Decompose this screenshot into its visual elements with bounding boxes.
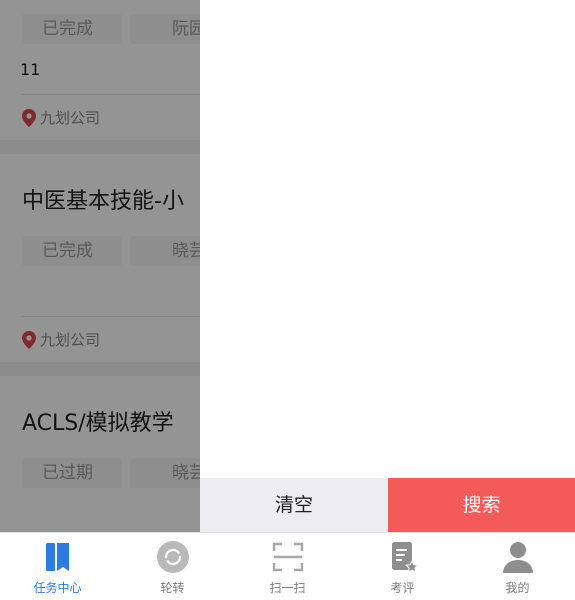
tab-label: 扫一扫 <box>269 581 306 595</box>
tab-mine[interactable]: 我的 <box>460 533 575 600</box>
book-icon <box>45 543 69 571</box>
evaluation-icon <box>391 542 419 573</box>
drawer-backdrop[interactable] <box>0 0 200 532</box>
app-screen: 已完成 阮园 11 九划公司 中医基本技能-小 已完成 晓芸 九划公司 ACLS… <box>0 0 575 600</box>
rotation-icon <box>156 541 189 573</box>
scan-icon <box>272 542 303 572</box>
tab-scan[interactable]: 扫一扫 <box>230 533 345 600</box>
user-icon <box>502 542 533 573</box>
tab-task-center[interactable]: 任务中心 <box>0 533 115 600</box>
search-button[interactable]: 搜索 <box>388 478 575 532</box>
tab-label: 任务中心 <box>33 581 82 595</box>
bottom-tab-bar: 任务中心 轮转 扫一扫 考评 我的 <box>0 532 575 600</box>
tab-label: 考评 <box>390 581 415 595</box>
tab-label: 轮转 <box>160 581 185 595</box>
clear-button[interactable]: 清空 <box>200 478 388 532</box>
tab-label: 我的 <box>505 581 530 595</box>
tab-rotation[interactable]: 轮转 <box>115 533 230 600</box>
tab-evaluation[interactable]: 考评 <box>345 533 460 600</box>
filter-drawer: 清空 搜索 <box>200 0 575 532</box>
